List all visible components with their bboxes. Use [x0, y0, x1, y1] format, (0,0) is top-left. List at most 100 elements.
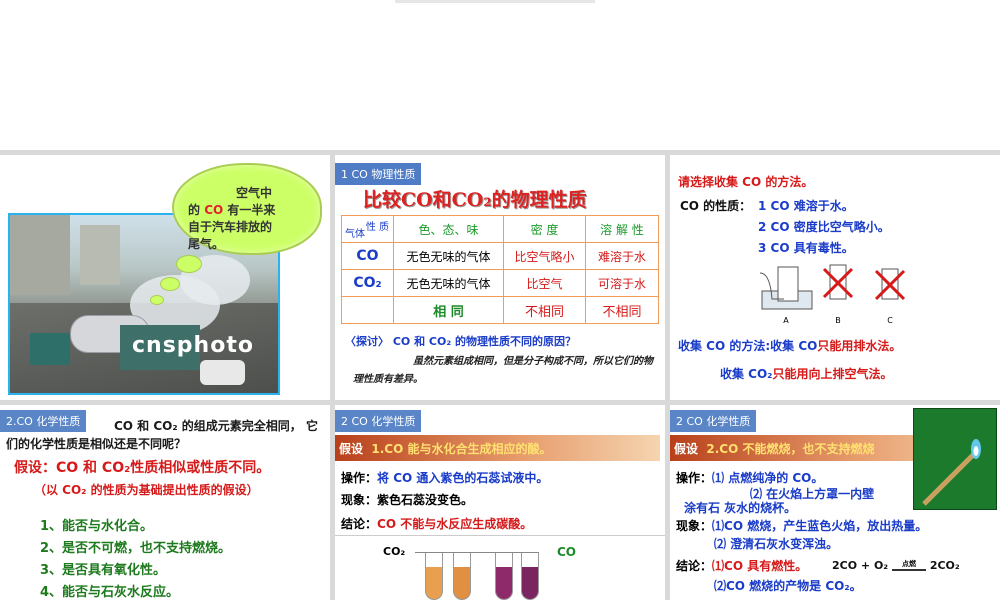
equation-arrow: 点燃 — [891, 559, 926, 571]
building-shape — [10, 215, 70, 295]
section-tag: 2 CO 化学性质 — [335, 410, 422, 432]
table-cell: 无色无味的气体 — [393, 242, 504, 270]
phenomenon-text: ⑵ 澄清石灰水变浑浊。 — [714, 537, 839, 551]
conclusion-row: 结论：⑴CO 具有燃性。 — [676, 557, 807, 574]
phenomenon-row: 现象：紫色石蕊没变色。 — [341, 491, 473, 508]
table-cell: 相 同 — [393, 296, 504, 324]
cloud-line: 有一半来 — [227, 203, 276, 217]
cloud-line: 自于汽车排放的 — [188, 220, 273, 234]
slide-thumbnail-4[interactable]: 2.CO 化学性质 CO 和 CO₂ 的组成元素完全相同， 它们的化学性质是相似… — [0, 405, 330, 600]
slide-title: 比较CO和CO₂的物理性质 — [363, 189, 587, 211]
discussion-question: 〈探讨〉 CO 和 CO₂ 的物理性质不同的原因？ — [345, 335, 576, 348]
method-co-b: 只能用排水法。 — [817, 339, 902, 353]
thought-bubble-dot — [150, 295, 164, 305]
slide-thumbnail-6[interactable]: 2 CO 化学性质 假设 2.CO 不能燃烧，也不支持燃烧 操作：⑴ 点燃纯净的… — [670, 405, 1000, 600]
phenomenon-label: 现象： — [341, 493, 378, 507]
chemical-equation: 2CO + O₂ 点燃 2CO₂ — [832, 559, 960, 572]
table-cell: 比空气略小 — [503, 242, 586, 270]
slide-thumbnail-5[interactable]: 2 CO 化学性质 假设 1.CO 能与水化合生成相应的酸。 操作：将 CO 通… — [335, 405, 665, 600]
conclusion-text-2: ⑵CO 燃烧的产物是 CO₂。 — [714, 579, 862, 593]
test-tube-right-2 — [521, 553, 539, 600]
apparatus-label: A — [783, 316, 789, 325]
burner-flame-icon — [922, 439, 981, 506]
property-item: 2 CO 密度比空气略小。 — [758, 220, 890, 234]
cloud-text: 空气中 的 CO 有一半来 自于汽车排放的 尾气。 — [188, 185, 318, 253]
operation-row: 操作：将 CO 通入紫色的石蕊试液中。 — [341, 469, 548, 486]
equation-left: 2CO + O₂ — [832, 559, 889, 572]
table-cell: 比空气 — [503, 269, 586, 297]
test-tube-left — [425, 553, 443, 600]
hypothesis-bar: 假设 1.CO 能与水化合生成相应的酸。 — [335, 435, 660, 461]
table-cell-gas: CO — [341, 242, 394, 270]
white-car — [200, 360, 245, 385]
list-item: 3、是否具有氧化性。 — [40, 563, 167, 578]
bar-label: 假设 — [339, 442, 364, 456]
table-cell: 不相同 — [503, 296, 586, 324]
property-label: CO 的性质： — [680, 199, 752, 213]
conclusion-text: ⑴CO 具有燃性。 — [712, 559, 808, 573]
table-header: 密 度 — [503, 215, 586, 243]
cloud-line: 尾气。 — [188, 237, 225, 251]
phenomenon-text: 紫色石蕊没变色。 — [377, 493, 474, 507]
apparatus-label: B — [835, 316, 841, 325]
section-tag: 2 CO 化学性质 — [670, 410, 757, 432]
list-item: 4、能否与石灰水反应。 — [40, 585, 180, 600]
table-cell: 难溶于水 — [585, 242, 659, 270]
operation-label: 操作： — [341, 471, 378, 485]
operation-row: 操作：⑴ 点燃纯净的 CO。 — [676, 469, 823, 486]
operation-step: 涂有石 灰水的烧杯。 — [684, 501, 797, 515]
building-shape — [80, 225, 120, 285]
cloud-line: 的 — [188, 203, 201, 217]
slide-thumbnail-3[interactable]: 请选择收集 CO 的方法。 CO 的性质： 1 CO 难溶于水。 2 CO 密度… — [670, 155, 1000, 400]
gas-collection-apparatus: A B C — [760, 264, 906, 325]
bar-label: 假设 — [674, 442, 699, 456]
conclusion-row: 结论：CO 不能与水反应生成碳酸。 — [341, 515, 532, 532]
operation-label: 操作： — [676, 471, 713, 485]
table-cell: 可溶于水 — [585, 269, 659, 297]
phenomenon-text: ⑴CO 燃烧，产生蓝色火焰，放出热量。 — [712, 519, 928, 533]
thought-cloud: 空气中 的 CO 有一半来 自于汽车排放的 尾气。 — [172, 163, 322, 255]
operation-step: ⑴ 点燃纯净的 CO。 — [712, 471, 824, 485]
operation-text: 将 CO 通入紫色的石蕊试液中。 — [377, 471, 549, 485]
equation-condition: 点燃 — [901, 560, 916, 568]
test-tube-left-2 — [453, 553, 471, 600]
table-cell: 无色无味的气体 — [393, 269, 504, 297]
property-item: 3 CO 具有毒性。 — [758, 241, 854, 255]
burner-image — [913, 408, 997, 510]
phenomenon-row: 现象：⑴CO 燃烧，产生蓝色火焰，放出热量。 — [676, 517, 927, 534]
tube-label-co: CO — [557, 545, 577, 559]
collection-bottle — [777, 266, 799, 302]
slide-thumbnail-2[interactable]: 1 CO 物理性质 比较CO和CO₂的物理性质 性 质 气体 色、态、味 密 度… — [335, 155, 665, 400]
intro-question: CO 和 CO₂ 的组成元素完全相同， 它们的化学性质是相似还是不同呢？ — [6, 419, 318, 451]
list-item: 2、是否不可燃，也不支持燃烧。 — [40, 541, 232, 556]
top-blank-area — [0, 0, 1000, 150]
discussion-answer: 虽然元素组成相同，但是分子构成不同，所以它们的物理性质有差异。 — [353, 356, 653, 385]
table-corner-cell: 性 质 气体 — [341, 215, 394, 243]
table-header: 色、态、味 — [393, 215, 504, 243]
divider — [335, 535, 665, 536]
corner-top-label: 性 质 — [365, 222, 389, 233]
hypothesis-note: （以 CO₂ 的性质为基础提出性质的假设） — [34, 483, 259, 497]
hypothesis-bar-text: 假设 2.CO 不能燃烧，也不支持燃烧 — [674, 440, 874, 457]
top-scroll-strip — [395, 0, 595, 3]
thought-bubble-dot — [160, 277, 180, 291]
bar-content: 2.CO 不能燃烧，也不支持燃烧 — [706, 442, 875, 456]
cloud-line-co: CO — [204, 203, 224, 217]
property-item: 1 CO 难溶于水。 — [758, 199, 854, 213]
corner-bottom-label: 气体 — [345, 229, 365, 240]
hypothesis: 假设：CO 和 CO₂性质相似或性质不同。 — [14, 460, 271, 476]
cab-shape — [30, 333, 70, 365]
property-table: 性 质 气体 色、态、味 密 度 溶 解 性 CO 无色无味的气体 比空气略小 … — [341, 215, 659, 324]
bar-content: 1.CO 能与水化合生成相应的酸。 — [371, 442, 552, 456]
hypothesis-bar-text: 假设 1.CO 能与水化合生成相应的酸。 — [339, 440, 551, 457]
cloud-line: 空气中 — [236, 186, 273, 200]
apparatus-label: C — [887, 316, 893, 325]
table-header: 溶 解 性 — [585, 215, 659, 243]
conclusion-label: 结论： — [341, 517, 378, 531]
equation-right: 2CO₂ — [929, 559, 960, 572]
conclusion-text: CO 不能与水反应生成碳酸。 — [377, 517, 533, 531]
phenomenon-label: 现象： — [676, 519, 713, 533]
table-cell — [341, 296, 394, 324]
thought-bubble-dot — [176, 255, 202, 273]
slide-thumbnail-1[interactable]: cnsphoto 空气中 的 CO 有一半来 自于汽车排放的 尾气。 — [0, 155, 330, 400]
